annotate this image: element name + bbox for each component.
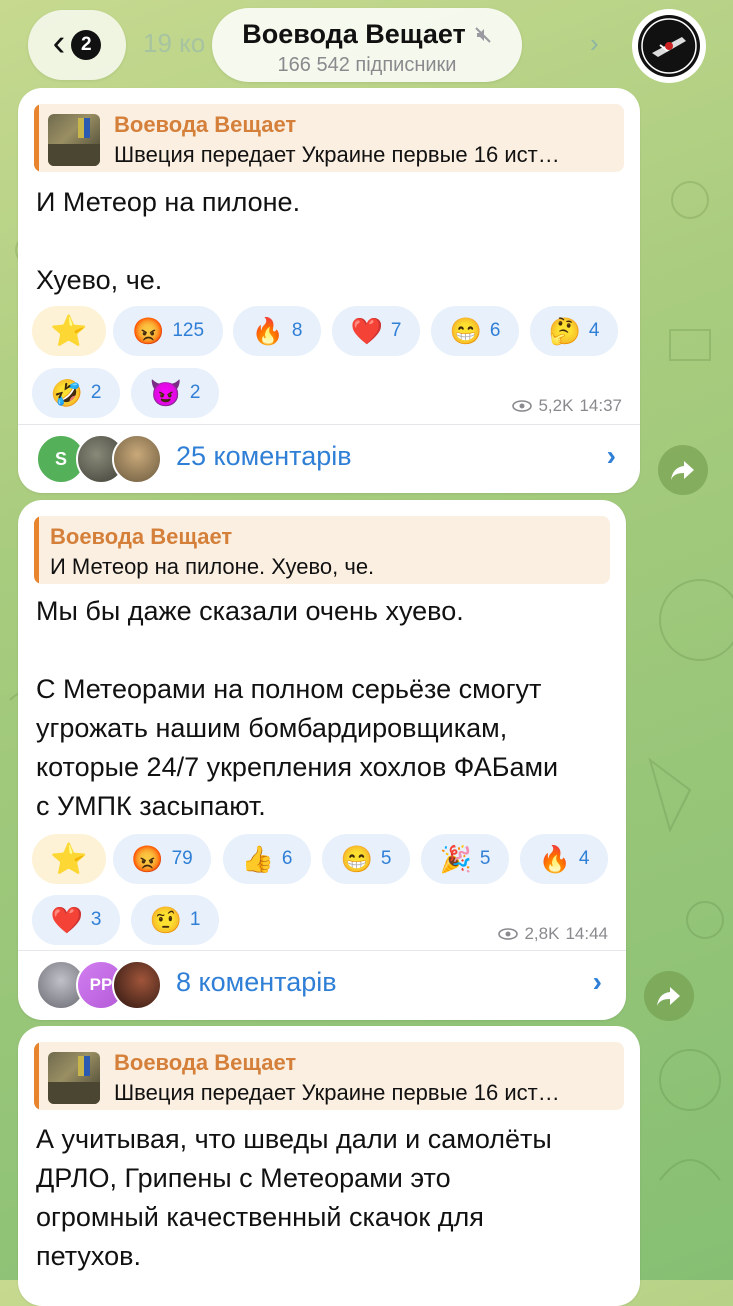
reaction-chip[interactable]: 😁 6 [431,306,519,356]
reaction-chip[interactable]: 😡 125 [113,306,223,356]
quote-thumbnail [48,1052,100,1104]
quote-text: И Метеор на пилоне. Хуево, че. [50,554,375,579]
subscriber-count: 166 542 підписники [277,54,457,76]
post-meta: 2,8K 14:44 [498,924,608,944]
commenter-avatar [112,434,162,484]
background-header-text: 19 ко [143,28,206,58]
share-icon [657,987,680,1006]
chevron-left-icon: ‹ [52,22,66,64]
post-time: 14:37 [579,396,622,415]
reply-quote[interactable]: Воевода Вещает Швеция передает Украине п… [34,1042,624,1110]
eye-icon [498,928,519,940]
reaction-chip[interactable]: 🤣 2 [32,368,120,418]
reaction-chip[interactable]: 🤨 1 [131,895,219,945]
reaction-chip[interactable]: 👍 6 [223,834,311,884]
quote-author: Воевода Вещает [114,1050,297,1075]
reaction-chip[interactable]: ❤️ 7 [332,306,420,356]
quote-text: Швеция передает Украине первые 16 ист… [114,142,560,167]
quote-author: Воевода Вещает [50,524,233,549]
message-text: И Метеор на пилоне. Хуево, че. [36,187,301,295]
channel-logo-icon [638,15,700,77]
reaction-chip[interactable]: 🔥 4 [520,834,608,884]
reaction-chip[interactable]: 🎉 5 [421,834,509,884]
share-button[interactable] [644,971,694,1021]
back-button[interactable]: ‹ 2 [28,10,126,80]
share-icon [671,461,694,480]
reply-quote[interactable]: Воевода Вещает И Метеор на пилоне. Хуево… [34,516,610,584]
star-reaction[interactable]: ⭐ [32,834,106,884]
reaction-chip[interactable]: 😈 2 [131,368,219,418]
view-count: 2,8K [524,924,560,943]
post-time: 14:44 [565,924,608,943]
reaction-chip[interactable]: 🔥 8 [233,306,321,356]
muted-icon [475,26,491,43]
comments-link[interactable]: PP 8 коментарів › [18,950,626,1020]
background-chevron-icon: › [590,28,599,58]
share-button[interactable] [658,445,708,495]
channel-title: Воевода Вещает [242,19,466,49]
post-meta: 5,2K 14:37 [512,396,622,416]
reaction-chip[interactable]: 🤔 4 [530,306,618,356]
comments-link[interactable]: S 25 коментарів › [18,424,640,494]
channel-title-pill[interactable]: Воевода Вещает 166 542 підписники [212,8,522,82]
quote-thumbnail [48,114,100,166]
chevron-right-icon: › [606,440,616,471]
eye-icon [512,400,533,412]
message-text: А учитывая, что шведы дали и самолёты ДР… [36,1124,552,1271]
star-reaction[interactable]: ⭐ [32,306,106,356]
commenter-avatar [112,960,162,1010]
unread-badge: 2 [71,30,102,60]
view-count: 5,2K [538,396,574,415]
quote-author: Воевода Вещает [114,112,297,137]
reaction-chip[interactable]: ❤️ 3 [32,895,120,945]
reaction-chip[interactable]: 😡 79 [113,834,211,884]
chevron-right-icon: › [592,966,602,997]
chat-header: ‹ 2 19 ко › Воевода Вещает 166 542 підпи… [0,0,733,86]
channel-post: Воевода Вещает Швеция передает Украине п… [18,1026,640,1306]
reply-quote[interactable]: Воевода Вещает Швеция передает Украине п… [34,104,624,172]
channel-avatar[interactable] [632,9,706,83]
reaction-chip[interactable]: 😁 5 [322,834,410,884]
channel-post: Воевода Вещает Швеция передает Украине п… [18,88,640,493]
comments-count: 25 коментарів [176,441,352,471]
quote-text: Швеция передает Украине первые 16 ист… [114,1080,560,1105]
channel-post: Воевода Вещает И Метеор на пилоне. Хуево… [18,500,626,1020]
comments-count: 8 коментарів [176,967,337,997]
message-text: Мы бы даже сказали очень хуево. С Метеор… [36,596,559,821]
